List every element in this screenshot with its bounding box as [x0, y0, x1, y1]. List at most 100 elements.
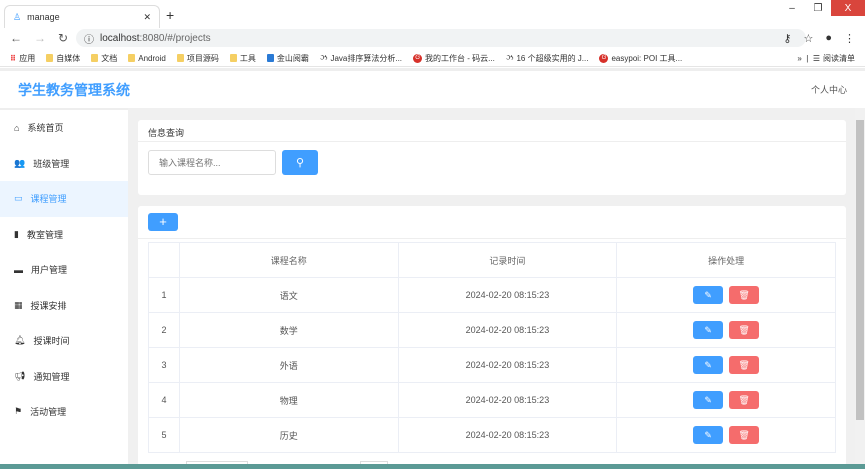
table-row: 4 物理 2024-02-20 08:15:23 ✎ 🗑︎	[148, 382, 836, 418]
delete-button[interactable]: 🗑︎	[729, 321, 760, 339]
calendar-icon: ▭	[14, 193, 23, 204]
sidebar-item-course[interactable]: ▭ 课程管理	[0, 181, 128, 217]
scrollbar[interactable]	[855, 108, 865, 464]
key-icon[interactable]: ⚷	[783, 32, 791, 45]
sidebar-item-classroom[interactable]: ▮ 教室管理	[0, 217, 128, 253]
delete-button[interactable]: 🗑︎	[729, 391, 760, 409]
trash-icon: 🗑︎	[738, 359, 750, 370]
new-tab-button[interactable]: +	[166, 7, 174, 23]
bookmark[interactable]: 金山阅霸	[266, 53, 309, 64]
megaphone-icon: 📢︎	[14, 370, 26, 381]
schedule-icon: ▦	[14, 299, 23, 310]
row-index: 5	[148, 417, 180, 453]
search-button[interactable]: ⚲	[282, 150, 318, 175]
flag-icon: ⚑	[14, 406, 23, 417]
course-name: 外语	[178, 347, 399, 383]
table-row: 2 数学 2024-02-20 08:15:23 ✎ 🗑︎	[148, 312, 836, 348]
bookmark[interactable]: 项目源码	[176, 53, 219, 64]
star-icon[interactable]: ☆	[803, 32, 813, 45]
course-name: 历史	[178, 417, 399, 453]
record-time: 2024-02-20 08:15:23	[397, 347, 618, 383]
sidebar-item-user[interactable]: ▬ 用户管理	[0, 252, 128, 288]
url-path: :8080/#/projects	[139, 32, 211, 44]
record-time: 2024-02-20 08:15:23	[397, 417, 618, 453]
table-header: 课程名称 记录时间 操作处理	[148, 242, 836, 278]
bookmark[interactable]: ઝ 16 个超级实用的 J...	[506, 53, 589, 64]
trash-icon: 🗑︎	[738, 289, 750, 300]
row-index: 1	[148, 277, 180, 313]
users-icon: 👥	[14, 157, 26, 168]
query-title: 信息查询	[138, 120, 846, 142]
edit-button[interactable]: ✎	[693, 426, 724, 444]
add-course-button[interactable]: +	[148, 213, 178, 231]
restore-button[interactable]: ❐	[805, 0, 831, 16]
building-icon: ▮	[14, 228, 19, 239]
course-search-input[interactable]	[148, 150, 276, 175]
sidebar-item-home[interactable]: ⌂ 系统首页	[0, 110, 128, 146]
bookmark[interactable]: Geasypoi: POI 工具...	[599, 53, 682, 64]
bookmark[interactable]: 文档	[91, 53, 117, 64]
record-time: 2024-02-20 08:15:23	[397, 277, 618, 313]
id-card-icon: ▬	[14, 264, 23, 275]
course-list-card: + 课程名称 记录时间 操作处理 1 语文 2024-02-20 08:15:23 …	[138, 206, 846, 467]
tab-title: manage	[27, 12, 60, 22]
course-name: 物理	[178, 382, 399, 418]
edit-button[interactable]: ✎	[693, 356, 724, 374]
trash-icon: 🗑︎	[738, 324, 750, 335]
sidebar-item-time[interactable]: 🔔︎ 授课时间	[0, 323, 128, 359]
bookmarks-bar: ⠿ 应用 自媒体 文档 Android 项目源码 工具 金山阅霸 ઝ Java排序算…	[0, 50, 865, 67]
delete-button[interactable]: 🗑︎	[729, 286, 760, 304]
sidebar-item-notice[interactable]: 📢︎ 通知管理	[0, 359, 128, 395]
edit-icon: ✎	[704, 324, 712, 335]
edit-icon: ✎	[704, 429, 712, 440]
edit-icon: ✎	[704, 359, 712, 370]
trash-icon: 🗑︎	[738, 429, 750, 440]
sidebar-item-activity[interactable]: ⚑ 活动管理	[0, 394, 128, 430]
delete-button[interactable]: 🗑︎	[729, 426, 760, 444]
bookmark[interactable]: 工具	[229, 53, 256, 64]
edit-button[interactable]: ✎	[693, 391, 724, 409]
delete-button[interactable]: 🗑︎	[729, 356, 760, 374]
bookmark[interactable]: ઝ Java排序算法分析...	[320, 53, 402, 64]
table-row: 3 外语 2024-02-20 08:15:23 ✎ 🗑︎	[148, 347, 836, 383]
plus-icon: +	[159, 214, 167, 229]
url-host: localhost	[100, 32, 140, 44]
taskbar	[0, 464, 865, 469]
edit-button[interactable]: ✎	[693, 321, 724, 339]
row-index: 2	[148, 312, 180, 348]
back-icon[interactable]: ←	[10, 31, 22, 45]
edit-icon: ✎	[704, 289, 712, 300]
address-bar-row: ← → ↻ ⓘ localhost:8080/#/projects ⚷ ☆ ● …	[0, 28, 865, 48]
bookmark[interactable]: Android	[128, 54, 166, 63]
col-record-time: 记录时间	[397, 242, 618, 278]
course-name: 语文	[178, 277, 399, 313]
reload-icon[interactable]: ↻	[58, 31, 68, 45]
minimize-button[interactable]: –	[779, 0, 805, 16]
main-content: 信息查询 ⚲ + 课程名称记录时间操作处理 1 语文 2024-02-20 08…	[128, 108, 855, 467]
close-window-button[interactable]: X	[831, 0, 865, 16]
menu-icon[interactable]: ⋮	[844, 32, 855, 45]
course-table: 课程名称 记录时间 操作处理 1 语文 2024-02-20 08:15:23 ✎ 🗑…	[148, 242, 836, 453]
edit-button[interactable]: ✎	[693, 286, 724, 304]
profile-icon[interactable]: ●	[825, 32, 832, 45]
url-input[interactable]: ⓘ localhost:8080/#/projects	[76, 29, 806, 47]
col-course-name: 课程名称	[178, 242, 399, 278]
record-time: 2024-02-20 08:15:23	[397, 312, 618, 348]
sidebar-item-class[interactable]: 👥 班级管理	[0, 146, 128, 182]
browser-tab[interactable]: ♙ manage ✕	[4, 5, 160, 28]
bell-icon: 🔔︎	[14, 335, 26, 346]
forward-icon[interactable]: →	[34, 31, 46, 45]
bookmark[interactable]: G 我的工作台 - 码云...	[413, 53, 495, 64]
app-header: 学生教务管理系统 个人中心	[0, 68, 865, 108]
reading-list-button[interactable]: » | ☰ 阅读清单	[797, 53, 855, 64]
close-tab-icon[interactable]: ✕	[143, 12, 151, 23]
browser-tab-bar: ♙ manage ✕ + – ❐ X	[0, 0, 865, 28]
row-index: 4	[148, 382, 180, 418]
user-center-link[interactable]: 个人中心	[811, 83, 847, 96]
bookmark-apps[interactable]: ⠿ 应用	[10, 53, 35, 64]
sidebar-item-schedule[interactable]: ▦ 授课安排	[0, 288, 128, 324]
search-icon: ⚲	[295, 157, 305, 169]
favicon-icon: ♙	[13, 11, 22, 22]
bookmark[interactable]: 自媒体	[46, 53, 80, 64]
row-index: 3	[148, 347, 180, 383]
